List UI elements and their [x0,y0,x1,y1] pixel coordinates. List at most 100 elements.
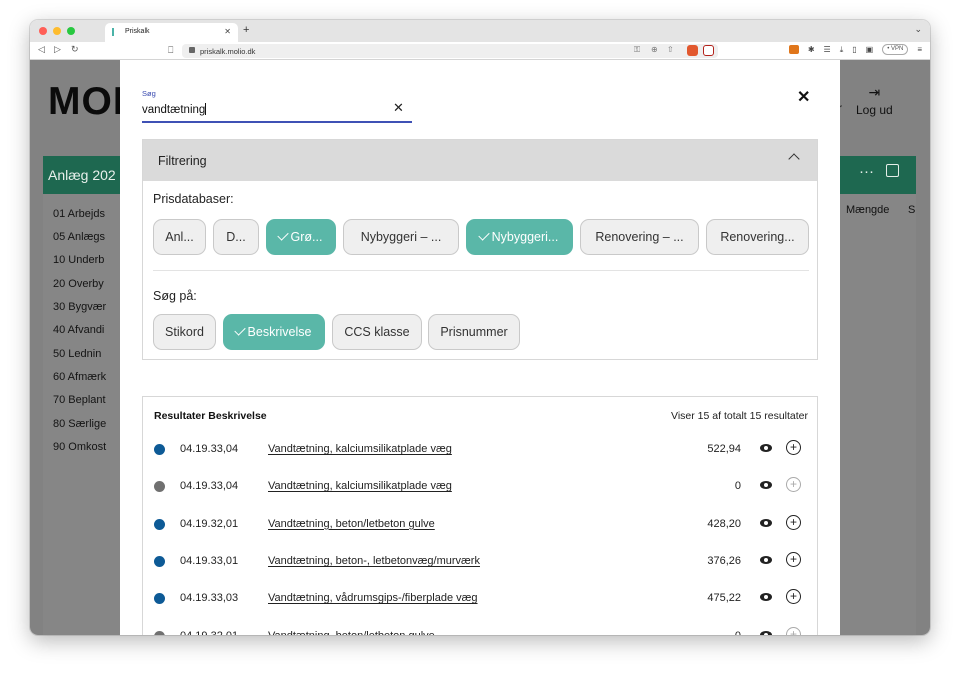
database-chip[interactable]: Renovering – ... [580,219,699,255]
close-window-icon[interactable] [39,27,47,35]
add-icon[interactable]: + [786,589,801,605]
add-icon[interactable]: + [786,514,801,530]
result-row: 04.19.32,01 Vandtætning, beton/letbeton g… [143,619,817,636]
more-options-icon[interactable]: ··· [859,163,874,180]
search-on-chip[interactable]: CCS klasse [332,314,422,350]
extensions-area: ✱ ☰ ⤓ ▯ ▣ • VPN ≡ [788,44,922,55]
menu-icon[interactable]: ≡ [917,45,922,54]
result-row: 04.19.33,04 Vandtætning, kalciumsilikatpl… [143,432,817,469]
favicon-icon [112,28,119,36]
logout-icon: ⇥ [868,84,881,100]
sidebar-item[interactable]: 90 Omkost [53,441,106,453]
eye-icon[interactable] [760,481,772,490]
key-icon[interactable]: ⚿ [634,45,640,55]
eye-icon[interactable] [760,630,772,635]
sidebar-item[interactable]: 70 Beplant [53,394,106,406]
results-panel: Resultater Beskrivelse Viser 15 af total… [142,396,818,635]
sidebar-item[interactable]: 30 Bygvær [53,301,106,313]
zoom-window-icon[interactable] [67,27,75,35]
open-external-icon[interactable] [886,164,899,177]
browser-tab[interactable]: Priskalk ✕ [105,23,238,42]
sidebar-item[interactable]: 40 Afvandi [53,324,104,336]
database-chip-selected[interactable]: Grø... [266,219,336,255]
result-code: 04.19.33,04 [180,480,239,493]
database-chip-selected[interactable]: Nybyggeri... [466,219,573,255]
databases-label: Prisdatabaser: [153,192,234,206]
search-on-label: Søg på: [153,289,197,303]
back-icon[interactable]: ◁ [38,44,45,55]
sidebar-toggle-icon[interactable]: ▯ [852,45,856,54]
share-icon[interactable]: ⇧ [667,45,674,54]
database-chip[interactable]: Anl... [153,219,206,255]
forward-icon[interactable]: ▷ [54,44,61,55]
status-dot-icon [154,481,165,493]
search-label: Søg [142,89,156,98]
vpn-button[interactable]: • VPN [882,44,909,55]
close-modal-icon[interactable]: ✕ [797,87,810,107]
tab-close-icon[interactable]: ✕ [224,27,231,36]
sidebar-item[interactable]: 50 Lednin [53,348,101,360]
sidebar-item[interactable]: 10 Underb [53,254,104,266]
database-chip[interactable]: Renovering... [706,219,809,255]
filter-panel: Filtrering Prisdatabaser: Anl... D... Gr… [142,139,818,360]
chip-label: Grø... [290,230,323,244]
filter-header[interactable]: Filtrering [143,140,817,181]
minimize-window-icon[interactable] [53,27,61,35]
metamask-icon[interactable] [788,45,799,54]
browser-tab-bar: Priskalk ✕ + ⌄ [30,20,930,42]
reading-list-icon[interactable]: ☰ [824,45,831,54]
add-icon[interactable]: + [786,551,801,567]
address-bar[interactable]: ⎕ priskalk.molio.dk ⚿ ⊕ ⇧ [168,44,718,58]
text-caret [205,103,207,115]
status-dot-icon [154,555,165,567]
result-description-link[interactable]: Vandtætning, kalciumsilikatplade væg [268,443,452,455]
brave-rewards-icon[interactable] [703,45,714,56]
zoom-icon[interactable]: ⊕ [651,45,658,54]
search-on-chip[interactable]: Stikord [153,314,216,350]
logout-button[interactable]: ⇥ Log ud [856,84,893,117]
extensions-puzzle-icon[interactable]: ✱ [808,45,815,54]
search-on-chip-selected[interactable]: Beskrivelse [223,314,325,350]
result-description-link[interactable]: Vandtætning, beton-, letbetonvæg/murværk [268,555,480,567]
result-description-link[interactable]: Vandtætning, beton/letbeton gulve [268,630,435,636]
database-chip[interactable]: Nybyggeri – ... [343,219,459,255]
eye-icon[interactable] [760,518,772,527]
wallet-icon[interactable]: ▣ [866,45,874,54]
url-text: priskalk.molio.dk [200,47,256,56]
result-description-link[interactable]: Vandtætning, beton/letbeton gulve [268,518,435,530]
search-input[interactable]: vandtætning [142,103,207,116]
sidebar-item[interactable]: 20 Overby [53,278,104,290]
search-input-underline [142,121,412,123]
reload-icon[interactable]: ↻ [71,44,79,55]
result-description-link[interactable]: Vandtætning, vådrumsgips-/fiberplade væg [268,592,478,604]
search-on-chip[interactable]: Prisnummer [428,314,520,350]
bookmark-icon[interactable]: ⎕ [168,45,173,56]
result-price: 522,94 [707,443,741,455]
result-price: 475,22 [707,592,741,605]
database-chip[interactable]: D... [213,219,259,255]
sidebar-item[interactable]: 05 Anlægs [53,231,105,243]
eye-icon[interactable] [760,593,772,602]
brave-shield-icon[interactable] [687,45,698,56]
result-price: 428,20 [707,517,741,530]
add-icon[interactable]: + [786,440,801,455]
downloads-icon[interactable]: ⤓ [840,45,844,55]
add-icon[interactable]: + [786,477,801,493]
results-title: Resultater Beskrivelse [154,410,267,422]
sidebar-item[interactable]: 01 Arbejds [53,208,105,220]
new-tab-icon[interactable]: + [243,24,249,36]
browser-toolbar: ◁ ▷ ↻ ⎕ priskalk.molio.dk ⚿ ⊕ ⇧ ✱ ☰ ⤓ ▯ … [30,42,930,60]
result-row: 04.19.33,03 Vandtætning, vådrumsgips-/fib… [143,581,817,618]
chip-label: Anl... [165,230,194,244]
tab-list-chevron-icon[interactable]: ⌄ [914,24,922,35]
result-description-link[interactable]: Vandtætning, kalciumsilikatplade væg [268,480,452,492]
chip-label: Nybyggeri – ... [360,230,442,244]
sidebar-item[interactable]: 80 Særlige [53,418,106,430]
clear-search-icon[interactable]: ✕ [393,100,404,116]
add-icon[interactable]: + [786,626,801,635]
eye-icon[interactable] [760,444,772,452]
eye-icon[interactable] [760,555,772,564]
chevron-up-icon[interactable] [788,153,800,165]
sidebar-item[interactable]: 60 Afmærk [53,371,106,383]
chip-label: Renovering... [720,230,795,244]
